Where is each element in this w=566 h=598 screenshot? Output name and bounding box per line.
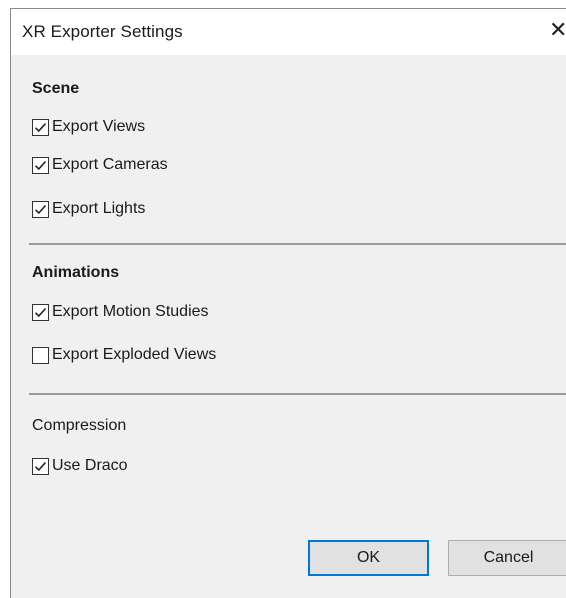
checkbox[interactable] (32, 346, 49, 364)
cancel-button[interactable]: Cancel (448, 540, 566, 576)
checkmark-icon (34, 122, 47, 132)
checkbox[interactable] (32, 457, 49, 475)
export-exploded-views-checkbox-row[interactable]: Export Exploded Views (32, 344, 216, 366)
export-exploded-views-label: Export Exploded Views (52, 346, 217, 363)
section-title-animations: Animations (32, 264, 120, 281)
use-draco-label: Use Draco (52, 457, 128, 474)
export-motion-studies-checkbox-row[interactable]: Export Motion Studies (32, 301, 209, 323)
use-draco-checkbox-row[interactable]: Use Draco (32, 455, 128, 477)
export-lights-checkbox-row[interactable]: Export Lights (32, 198, 145, 220)
export-views-checkbox-row[interactable]: Export Views (32, 116, 145, 138)
export-cameras-label: Export Cameras (52, 156, 168, 173)
close-icon[interactable]: ✕ (549, 18, 566, 42)
section-title-scene: Scene (32, 80, 80, 97)
checkmark-icon (34, 461, 47, 471)
section-divider (29, 393, 566, 395)
dialog-title: XR Exporter Settings (22, 22, 183, 41)
export-lights-label: Export Lights (52, 200, 146, 217)
xr-exporter-settings-dialog: XR Exporter Settings ✕ Scene Export View… (10, 8, 566, 598)
export-motion-studies-label: Export Motion Studies (52, 303, 209, 320)
ok-button[interactable]: OK (308, 540, 429, 576)
checkbox[interactable] (32, 118, 49, 136)
checkbox[interactable] (32, 156, 49, 174)
checkbox[interactable] (32, 303, 49, 321)
section-divider (29, 243, 566, 245)
export-cameras-checkbox-row[interactable]: Export Cameras (32, 154, 168, 176)
export-views-label: Export Views (52, 118, 146, 135)
title-bar: XR Exporter Settings ✕ (11, 9, 566, 55)
checkmark-icon (34, 204, 47, 214)
checkbox[interactable] (32, 200, 49, 218)
checkmark-icon (34, 160, 47, 170)
section-title-compression: Compression (32, 417, 127, 434)
checkmark-icon (34, 307, 47, 317)
